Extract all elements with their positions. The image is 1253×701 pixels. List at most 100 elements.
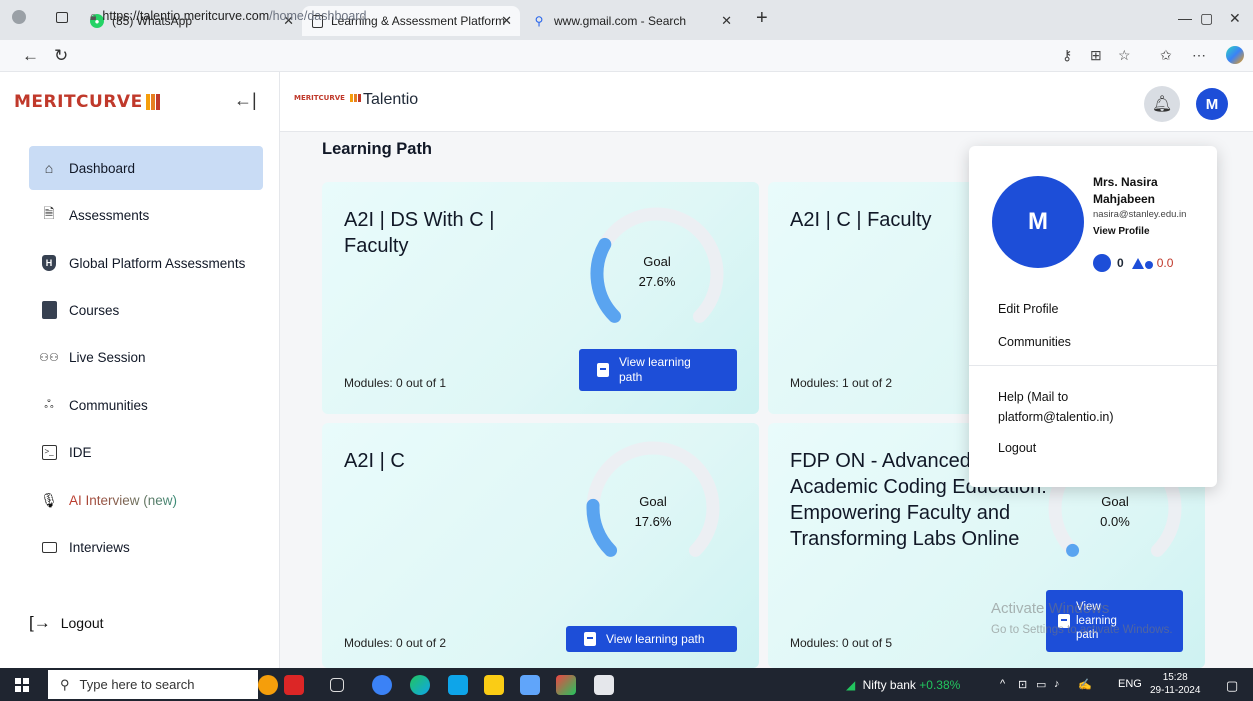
sidebar-logout-button[interactable]: [→ Logout: [29, 608, 104, 638]
url-host: https://talentio.meritcurve.com: [102, 9, 270, 23]
back-button[interactable]: ←: [22, 46, 39, 66]
lock-icon: 🔒︎: [90, 8, 97, 23]
sidebar-item-communities[interactable]: ஃ Communities: [29, 383, 263, 427]
monitor-icon[interactable]: ▭: [1036, 678, 1046, 691]
alarm-clock-icon[interactable]: [258, 675, 278, 695]
collapse-sidebar-icon[interactable]: ←|: [234, 90, 257, 111]
chart-up-icon: ◢: [846, 678, 856, 692]
button-label: View learning path: [606, 632, 705, 646]
communities-link[interactable]: Communities: [998, 332, 1071, 352]
notification-bell-icon[interactable]: 🔔︎: [1144, 86, 1180, 122]
notepad-icon[interactable]: [594, 675, 614, 695]
minimize-button[interactable]: —: [1178, 10, 1192, 26]
ticker-change: +0.38%: [919, 678, 961, 692]
activate-windows-hint: Go to Settings to activate Windows.: [991, 624, 1173, 636]
profile-email: nasira@stanley.edu.in: [1093, 209, 1187, 220]
learning-path-card[interactable]: A2I | DS With C | Faculty Goal 27.6% Mod…: [322, 182, 759, 414]
windows-taskbar: ⚲ Type here to search ◢ Nifty bank +0.38…: [0, 668, 1253, 701]
tray-chevron-icon[interactable]: ^: [1000, 678, 1005, 690]
modules-count: Modules: 0 out of 2: [344, 636, 447, 650]
modules-count: Modules: 1 out of 2: [790, 376, 893, 390]
sidebar-item-label: IDE: [69, 444, 92, 460]
language-indicator[interactable]: ENG: [1118, 678, 1142, 690]
sidebar-item-live-session[interactable]: ⚇⚇ Live Session: [29, 335, 263, 379]
refresh-button[interactable]: ↻: [54, 46, 68, 66]
sidebar-item-label: AI Interview (new): [69, 492, 178, 508]
edit-profile-link[interactable]: Edit Profile: [998, 299, 1058, 319]
gift-icon[interactable]: [284, 675, 304, 695]
notifications-icon[interactable]: ▢: [1226, 678, 1238, 694]
sidebar-item-courses[interactable]: Courses: [29, 288, 263, 332]
goal-label: Goal: [643, 254, 671, 269]
sidebar-item-label: Dashboard: [69, 160, 136, 176]
user-avatar[interactable]: M: [1196, 88, 1228, 120]
task-view-icon[interactable]: [330, 678, 344, 692]
help-link[interactable]: Help (Mail to platform@talentio.in): [998, 387, 1148, 427]
ticker-name: Nifty bank: [862, 678, 916, 692]
sidebar-item-label: Assessments: [69, 207, 150, 223]
microphone-icon: 🎙︎: [40, 491, 58, 508]
sidebar-item-global-platform-assessments[interactable]: H Global Platform Assessments: [29, 241, 263, 285]
search-placeholder: Type here to search: [79, 677, 195, 692]
clock-time: 15:28: [1162, 672, 1188, 683]
volume-icon[interactable]: ♪: [1054, 678, 1060, 690]
brand-bars: [350, 94, 361, 102]
goal-text: Goal 17.6%: [628, 492, 678, 532]
chat-app-icon[interactable]: [372, 675, 392, 695]
book-icon: [597, 363, 609, 377]
url-field[interactable]: 🔒︎ https://talentio.meritcurve.com /home…: [90, 4, 1050, 28]
system-clock[interactable]: 15:28 29-11-2024: [1150, 671, 1200, 697]
meritcurve-logo[interactable]: MERITCURVE: [14, 92, 160, 112]
url-path: /home/dashboard: [269, 9, 367, 23]
book-icon: [39, 300, 59, 320]
sidebar-item-assessments[interactable]: 🗎 Assessments: [29, 193, 263, 237]
media-app-icon[interactable]: [556, 675, 576, 695]
pen-icon[interactable]: ✍: [1078, 678, 1092, 691]
book-icon: [584, 632, 596, 646]
network-icon[interactable]: ⊡: [1018, 678, 1027, 691]
sidebar-logout-label: Logout: [60, 615, 104, 631]
section-title: Learning Path: [322, 140, 433, 158]
edge-browser-icon[interactable]: [410, 675, 430, 695]
reader-icon[interactable]: ⊞: [1090, 47, 1102, 64]
sidebar-item-label: Interviews: [69, 539, 130, 555]
menu-divider: [969, 365, 1217, 366]
card-title: A2I | C: [344, 450, 405, 472]
view-profile-link[interactable]: View Profile: [1093, 226, 1150, 237]
outlook-icon[interactable]: [448, 675, 468, 695]
taskbar-search-field[interactable]: ⚲ Type here to search: [48, 670, 258, 699]
profile-avatar: M: [992, 176, 1084, 268]
favorites-icon[interactable]: ✩: [1160, 47, 1172, 64]
restore-button[interactable]: ▢: [1200, 10, 1213, 27]
goal-value: 17.6%: [634, 514, 672, 529]
goal-label: Goal: [1101, 494, 1129, 509]
gauge-fill: [590, 237, 622, 323]
key-icon[interactable]: ⚷: [1062, 47, 1072, 64]
file-explorer-icon[interactable]: [484, 675, 504, 695]
view-learning-path-button[interactable]: View learning path: [566, 626, 737, 652]
tab-actions-icon[interactable]: [56, 12, 68, 23]
sidebar-item-interviews[interactable]: Interviews: [29, 525, 263, 569]
top-header: MERITCURVE Talentio 🔔︎ M: [280, 72, 1253, 132]
copilot-icon[interactable]: [1226, 46, 1244, 64]
profile-stats: 0 0.0: [1093, 254, 1173, 272]
sidebar-item-ai-interview[interactable]: 🎙︎ AI Interview (new): [29, 478, 263, 522]
sidebar-item-label: Live Session: [69, 349, 146, 365]
modules-count: Modules: 0 out of 5: [790, 636, 893, 650]
store-icon[interactable]: [520, 675, 540, 695]
sidebar-item-ide[interactable]: >_ IDE: [29, 430, 263, 474]
view-learning-path-button[interactable]: View learning path: [579, 349, 737, 391]
more-icon[interactable]: ⋯: [1192, 47, 1206, 64]
learning-path-card[interactable]: A2I | C Goal 17.6% Modules: 0 out of 2 V…: [322, 423, 759, 668]
modules-count: Modules: 0 out of 1: [344, 376, 447, 390]
profile-icon[interactable]: [12, 10, 26, 24]
windows-start-icon[interactable]: [15, 678, 29, 692]
sidebar-item-dashboard[interactable]: ⌂ Dashboard: [29, 146, 263, 190]
logout-link[interactable]: Logout: [998, 438, 1036, 458]
goal-value: 0.0%: [1100, 514, 1130, 529]
favorite-star-icon[interactable]: ☆: [1118, 47, 1131, 64]
stock-ticker[interactable]: ◢ Nifty bank +0.38%: [846, 678, 960, 692]
goal-text: Goal 0.0%: [1090, 492, 1140, 532]
close-window-button[interactable]: ✕: [1229, 10, 1241, 27]
activate-windows-watermark: Activate Windows: [991, 600, 1110, 617]
